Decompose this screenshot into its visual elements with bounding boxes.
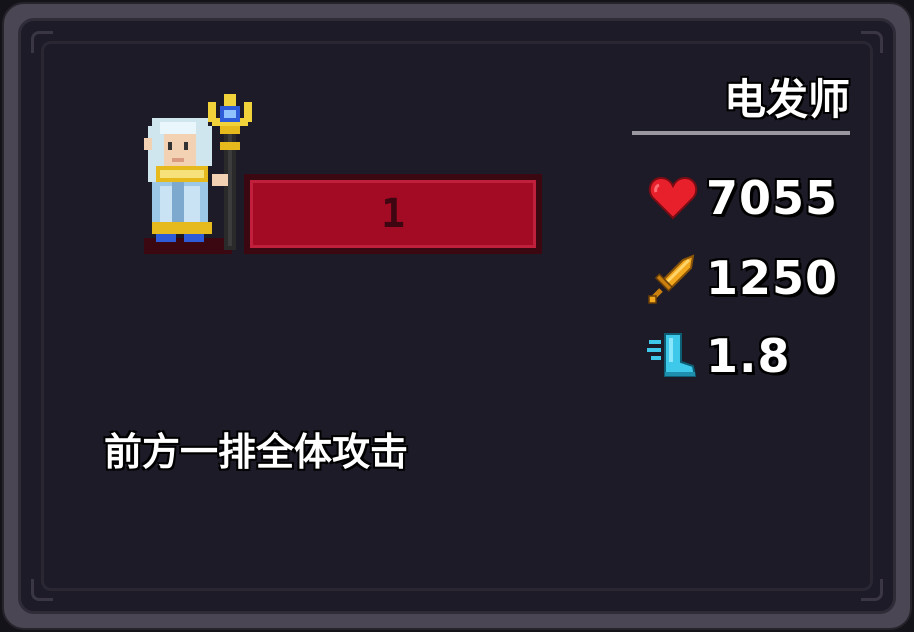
stat-attack: 1250 [646, 248, 838, 308]
stat-hp: 7055 [646, 168, 838, 228]
stat-speed: 1.8 [646, 326, 791, 386]
corner-ornament [861, 579, 883, 601]
level-bar: 1 [244, 174, 542, 254]
hp-value: 7055 [706, 171, 839, 225]
skill-description: 前方一排全体攻击 [104, 430, 409, 474]
heart-icon [646, 171, 700, 225]
unit-name: 电发师 [723, 75, 850, 124]
corner-ornament [861, 31, 883, 53]
speed-value: 1.8 [706, 329, 791, 383]
level-bar-fill: 1 [250, 180, 536, 248]
mage-portrait [144, 94, 252, 254]
unit-level: 1 [380, 191, 406, 237]
attack-value: 1250 [706, 251, 839, 305]
boot-icon [646, 329, 700, 383]
name-divider [632, 131, 850, 135]
corner-ornament [31, 579, 53, 601]
sword-icon [646, 251, 700, 305]
corner-ornament [31, 31, 53, 53]
